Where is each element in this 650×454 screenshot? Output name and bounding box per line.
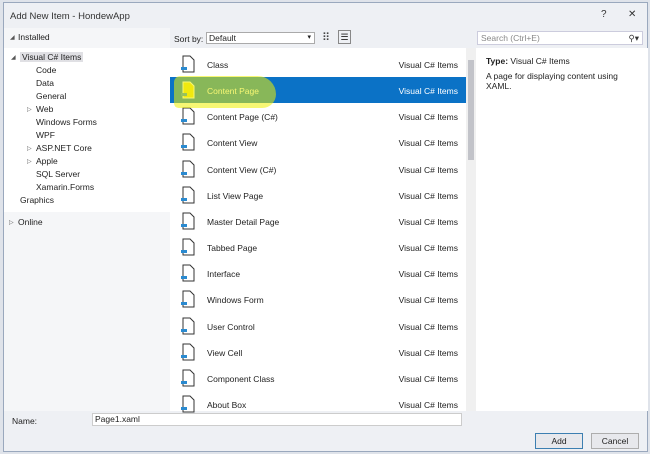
list-item[interactable]: User Control Visual C# Items [170,313,466,339]
list-item[interactable]: Content Page Visual C# Items [170,77,466,103]
toolbar: Sort by: Default ▾ ⠿ ☰ Search (Ctrl+E) ⚲▾ [170,28,648,48]
item-template-icon [180,186,196,204]
item-name: About Box [207,400,246,410]
sort-value: Default [209,33,236,43]
item-name: Interface [207,269,240,279]
item-name: Content View (C#) [207,165,276,175]
item-name: Master Detail Page [207,217,279,227]
tree-item[interactable]: Xamarin.Forms [36,182,94,192]
item-template-icon [180,317,196,335]
list-view-icon[interactable]: ☰ [338,30,351,44]
item-name: Tabbed Page [207,243,257,253]
grid-view-icon[interactable]: ⠿ [322,31,330,44]
sort-dropdown[interactable]: Default ▾ [206,32,315,44]
tree-item[interactable]: ASP.NET Core [36,143,92,153]
chevron-down-icon: ▾ [307,33,311,43]
expand-arrow-icon[interactable]: ▷ [27,106,32,113]
tree-item[interactable]: Code [36,65,56,75]
item-type: Visual C# Items [399,295,458,305]
type-label: Type: [486,56,508,66]
list-item[interactable]: Content View (C#) Visual C# Items [170,156,466,182]
cancel-button[interactable]: Cancel [591,433,639,449]
item-name: User Control [207,322,255,332]
item-name: List View Page [207,191,263,201]
item-template-icon [180,369,196,387]
item-template-icon [180,238,196,256]
tree-item[interactable]: Web [36,104,53,114]
item-name: Content Page [207,86,259,96]
expand-arrow-icon[interactable]: ▷ [27,145,32,152]
tree-item[interactable]: Windows Forms [36,117,97,127]
tree-installed[interactable]: Installed [18,32,50,42]
list-item[interactable]: Class Visual C# Items [170,51,466,77]
item-template-icon [180,343,196,361]
item-type: Visual C# Items [399,165,458,175]
item-type: Visual C# Items [399,322,458,332]
search-icon[interactable]: ⚲▾ [629,32,640,44]
list-item[interactable]: List View Page Visual C# Items [170,182,466,208]
dialog-title: Add New Item - HondewApp [10,11,130,22]
item-template-icon [180,395,196,413]
tree-item[interactable]: Graphics [20,195,54,205]
item-template-icon [180,107,196,125]
item-name: View Cell [207,348,242,358]
sort-label: Sort by: [174,34,203,44]
item-template-icon [180,55,196,73]
tree-item[interactable]: Data [36,78,54,88]
list-item[interactable]: Interface Visual C# Items [170,260,466,286]
item-type: Visual C# Items [399,243,458,253]
list-item[interactable]: Content View Visual C# Items [170,129,466,155]
item-template-icon [180,212,196,230]
name-input[interactable]: Page1.xaml [92,413,462,426]
list-item[interactable]: Component Class Visual C# Items [170,365,466,391]
details-pane: Type: Visual C# Items A page for display… [476,48,648,411]
item-type: Visual C# Items [399,348,458,358]
item-type: Visual C# Items [399,138,458,148]
item-type: Visual C# Items [399,217,458,227]
item-name: Component Class [207,374,275,384]
close-button[interactable]: ✕ [628,9,636,20]
item-template-icon [180,81,196,99]
list-item[interactable]: View Cell Visual C# Items [170,339,466,365]
item-type: Visual C# Items [399,60,458,70]
list-item[interactable]: Content Page (C#) Visual C# Items [170,103,466,129]
item-template-icon [180,264,196,282]
list-item[interactable]: Master Detail Page Visual C# Items [170,208,466,234]
item-name: Class [207,60,228,70]
item-template-icon [180,290,196,308]
add-button[interactable]: Add [535,433,583,449]
item-type: Visual C# Items [399,269,458,279]
search-input[interactable]: Search (Ctrl+E) ⚲▾ [477,31,643,45]
tree-item[interactable]: General [36,91,66,101]
add-new-item-dialog: Add New Item - HondewApp ? ✕ ◢ Installed… [3,2,648,452]
description: A page for displaying content using XAML… [486,71,626,91]
tree-item[interactable]: SQL Server [36,169,80,179]
item-type: Visual C# Items [399,400,458,410]
help-button[interactable]: ? [601,9,607,20]
item-type: Visual C# Items [399,86,458,96]
scrollbar[interactable] [466,48,476,411]
item-name: Windows Form [207,295,264,305]
item-name: Content Page (C#) [207,112,278,122]
search-placeholder: Search (Ctrl+E) [481,33,540,43]
item-name: Content View [207,138,257,148]
template-tree: ◢ Installed ◢Visual C# ItemsCodeDataGene… [4,28,170,411]
expand-arrow-icon[interactable]: ▷ [27,158,32,165]
list-item[interactable]: Tabbed Page Visual C# Items [170,234,466,260]
item-type: Visual C# Items [399,112,458,122]
tree-online[interactable]: Online [18,217,43,227]
list-item[interactable]: Windows Form Visual C# Items [170,286,466,312]
item-type: Visual C# Items [399,374,458,384]
name-label: Name: [12,416,37,426]
scrollbar-thumb[interactable] [468,60,474,160]
item-template-icon [180,160,196,178]
tree-item[interactable]: Apple [36,156,58,166]
template-list: Class Visual C# Items Content Page Visual C… [170,48,466,411]
item-template-icon [180,133,196,151]
expand-arrow-icon[interactable]: ◢ [11,54,16,61]
item-type: Visual C# Items [399,191,458,201]
type-value: Visual C# Items [510,56,569,66]
tree-item[interactable]: Visual C# Items [20,52,83,62]
tree-item[interactable]: WPF [36,130,55,140]
